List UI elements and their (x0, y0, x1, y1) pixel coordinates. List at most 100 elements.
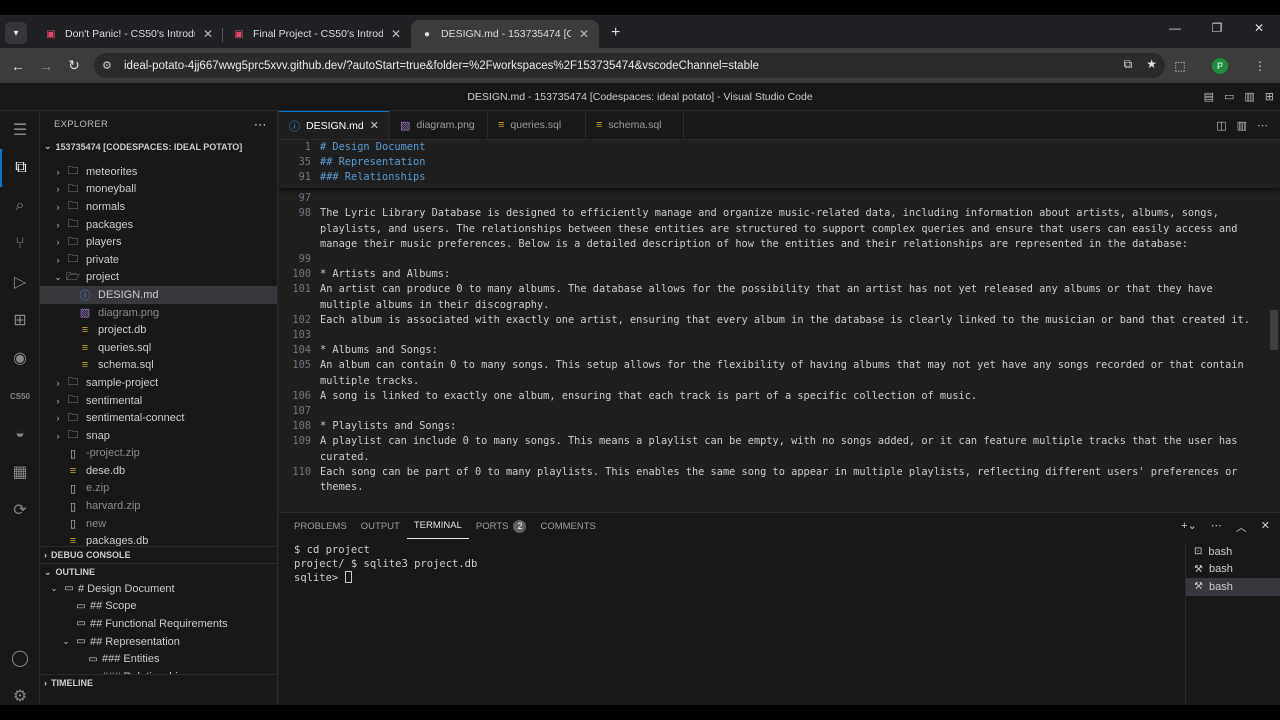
split-editor-icon[interactable]: ▥ (1237, 119, 1247, 132)
tree-item[interactable]: › 🗀 private (40, 251, 277, 269)
tree-item[interactable]: ▯ new (40, 515, 277, 533)
code-line[interactable]: curated. (279, 450, 1280, 465)
profile-avatar[interactable]: P (1200, 57, 1240, 74)
code-line[interactable]: 101 An artist can produce 0 to many album… (279, 282, 1280, 297)
minimize-icon[interactable]: — (1154, 21, 1196, 35)
tree-item[interactable]: ▯ e.zip (40, 480, 277, 498)
tree-item[interactable]: › 🗀 moneyball (40, 181, 277, 199)
url-text[interactable]: ideal-potato-4jj667wwg5prc5xvv.github.de… (124, 60, 759, 72)
code-line[interactable]: multiple albums in their discography. (279, 298, 1280, 313)
terminal-instance[interactable]: ⚒ bash (1186, 561, 1280, 579)
outline-item[interactable]: ▭ ## Scope (40, 598, 277, 616)
code-line[interactable]: playlists, and users. The relationships … (279, 222, 1280, 237)
tree-item[interactable]: ▧ diagram.png (40, 304, 277, 322)
tree-item[interactable]: ≡ dese.db (40, 462, 277, 480)
explorer-icon[interactable]: ⧉ (0, 149, 40, 187)
toggle-panel-icon[interactable]: ▭ (1224, 83, 1234, 111)
code-line[interactable]: 109 A playlist can include 0 to many song… (279, 434, 1280, 449)
tree-item[interactable]: ▯ -project.zip (40, 445, 277, 463)
code-line[interactable]: 105 An album can contain 0 to many songs.… (279, 358, 1280, 373)
sticky-scroll[interactable]: 1 # Design Document 35 ## Representation 91 #… (279, 140, 1280, 188)
terminal-instance[interactable]: ⊡ bash (1186, 543, 1280, 561)
editor-tab[interactable]: ≡ queries.sql (488, 111, 586, 139)
code-line[interactable]: 103 (279, 328, 1280, 343)
more-menu-icon[interactable]: ⋮ (1240, 59, 1280, 73)
editor-tab[interactable]: ▧ diagram.png (390, 111, 488, 139)
close-icon[interactable]: ✕ (370, 119, 379, 132)
tree-item[interactable]: › 🗀 meteorites (40, 163, 277, 181)
outline-header[interactable]: ⌄ OUTLINE (40, 563, 277, 580)
forward-icon[interactable]: → (32, 58, 60, 74)
editor-tab[interactable]: ⓘ DESIGN.md ✕ (279, 111, 390, 139)
extensions-icon[interactable]: ⊞ (0, 301, 40, 339)
panel-tab-problems[interactable]: PROBLEMS (287, 513, 354, 539)
code-line[interactable]: 98 The Lyric Library Database is designed… (279, 206, 1280, 221)
terminal-output[interactable]: $ cd project project/ $ sqlite3 project.d… (294, 543, 477, 585)
code-line[interactable]: 110 Each song can be part of 0 to many pl… (279, 465, 1280, 480)
back-icon[interactable]: ← (4, 58, 32, 74)
close-window-icon[interactable]: ✕ (1238, 21, 1280, 35)
code-line[interactable]: 97 (279, 191, 1280, 206)
code-line[interactable]: themes. (279, 480, 1280, 495)
editor-tab[interactable]: ≡ schema.sql (586, 111, 684, 139)
source-control-icon[interactable]: ⑂ (0, 225, 40, 263)
open-preview-icon[interactable]: ◫ (1216, 119, 1226, 132)
remote-explorer-icon[interactable]: ⟳ (0, 491, 40, 529)
timeline-header[interactable]: › TIMELINE (40, 674, 277, 691)
browser-tab-1[interactable]: ▣ Don't Panic! - CS50's Introducti ✕ (35, 20, 223, 48)
close-panel-icon[interactable]: ✕ (1261, 519, 1270, 535)
tree-item[interactable]: › 🗀 normals (40, 198, 277, 216)
debug-console-header[interactable]: › DEBUG CONSOLE (40, 546, 277, 563)
outline-item[interactable]: ▭ ### Entities (40, 650, 277, 668)
tree-item[interactable]: ≡ project.db (40, 321, 277, 339)
search-icon[interactable]: ⌕ (0, 187, 40, 225)
tree-item[interactable]: › 🗀 packages (40, 216, 277, 234)
sticky-line[interactable]: 1 # Design Document (279, 140, 1280, 155)
tree-item[interactable]: ≡ queries.sql (40, 339, 277, 357)
cs50-icon[interactable]: CS50 (0, 377, 40, 415)
tab-search-button[interactable]: ▾ (5, 22, 27, 44)
code-line[interactable]: multiple tracks. (279, 374, 1280, 389)
tree-item[interactable]: › 🗀 sentimental (40, 392, 277, 410)
menu-icon[interactable]: ☰ (0, 111, 40, 149)
tree-item[interactable]: ▯ harvard.zip (40, 497, 277, 515)
tree-item[interactable]: ⌄ 🗁 project (40, 269, 277, 287)
close-icon[interactable]: ✕ (391, 27, 401, 41)
outline-item[interactable]: ⌄ ▭ ## Representation (40, 633, 277, 651)
more-actions-icon[interactable]: ⋯ (1211, 519, 1222, 535)
tree-item[interactable]: ≡ schema.sql (40, 357, 277, 375)
tree-item[interactable]: › 🗀 sample-project (40, 374, 277, 392)
install-app-icon[interactable]: ⧉ (1124, 57, 1133, 72)
close-icon[interactable]: ✕ (203, 27, 213, 41)
workspace-header[interactable]: ⌄ 153735474 [CODESPACES: IDEAL POTATO] (40, 138, 277, 155)
extensions-icon[interactable]: ⬚ (1160, 59, 1200, 73)
tree-item[interactable]: › 🗀 snap (40, 427, 277, 445)
new-terminal-icon[interactable]: +⌄ (1181, 519, 1197, 535)
code-line[interactable]: 99 (279, 252, 1280, 267)
tree-item[interactable]: ≡ packages.db (40, 532, 277, 546)
maximize-panel-icon[interactable]: ︿ (1236, 519, 1247, 535)
code-editor[interactable]: 1 # Design Document 35 ## Representation 91 #… (279, 140, 1280, 512)
accounts-icon[interactable]: ◯ (0, 639, 40, 677)
bookmark-star-icon[interactable]: ★ (1146, 57, 1157, 72)
site-info-icon[interactable]: ⚙ (102, 59, 122, 72)
outline-item[interactable]: ⌄ ▭ # Design Document (40, 580, 277, 598)
code-line[interactable]: manage their music preferences. Below is… (279, 237, 1280, 252)
sticky-line[interactable]: 91 ### Relationships (279, 170, 1280, 185)
toggle-sidebar-icon[interactable]: ▤ (1204, 83, 1214, 111)
settings-gear-icon[interactable]: ⚙ (0, 677, 40, 705)
sticky-line[interactable]: 35 ## Representation (279, 155, 1280, 170)
docker-icon[interactable]: ▦ (0, 453, 40, 491)
code-line[interactable]: 102 Each album is associated with exactly… (279, 313, 1280, 328)
panel-tab-ports[interactable]: PORTS 2 (469, 513, 534, 539)
outline-item[interactable]: ▭ ## Functional Requirements (40, 615, 277, 633)
browser-tab-2[interactable]: ▣ Final Project - CS50's Introducti ✕ (223, 20, 411, 48)
panel-tab-output[interactable]: OUTPUT (354, 513, 407, 539)
restore-icon[interactable]: ❐ (1196, 21, 1238, 35)
browser-tab-3[interactable]: ● DESIGN.md - 153735474 [Codes ✕ (411, 20, 599, 48)
new-tab-button[interactable]: + (611, 24, 620, 42)
address-bar[interactable]: ⚙ ideal-potato-4jj667wwg5prc5xvv.github.… (94, 53, 1165, 78)
duck-icon[interactable]: ◒ (0, 415, 40, 453)
run-debug-icon[interactable]: ▷ (0, 263, 40, 301)
reload-icon[interactable]: ↻ (60, 57, 88, 74)
